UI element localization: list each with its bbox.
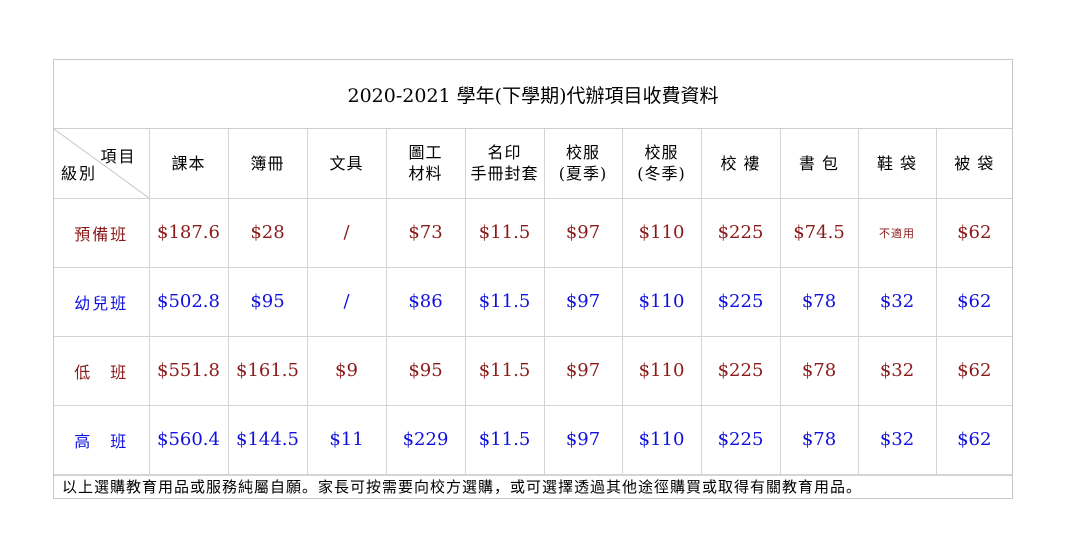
fee-cell: $229	[385, 404, 466, 475]
fee-cell: $11	[306, 404, 387, 475]
row-header-class: 高 班	[54, 404, 150, 475]
fee-cell: $95	[385, 335, 466, 406]
header-line: 文具	[329, 153, 364, 173]
header-line: 名印	[487, 143, 522, 163]
column-header-name-stamp: 名印 手冊封套	[464, 129, 545, 199]
fee-table: 項目 級別 課本 簿冊 文具 圖工 材料 名印 手冊封套 校服 (夏季) 校服 (冬季)…	[54, 129, 1012, 475]
fee-cell: $9	[306, 335, 387, 406]
header-line: 課本	[171, 153, 206, 173]
fee-cell: $161.5	[227, 335, 308, 406]
fee-cell: $110	[621, 404, 702, 475]
fee-cell: /	[306, 198, 387, 268]
fee-cell: $110	[621, 198, 702, 268]
fee-sheet: 2020-2021 學年(下學期)代辦項目收費資料 項目 級別 課本 簿冊 文具…	[53, 59, 1013, 499]
header-line: 簿冊	[250, 153, 285, 173]
column-header-winter-uniform: 校服 (冬季)	[621, 129, 702, 199]
header-line: 鞋 袋	[876, 153, 918, 173]
page-title: 2020-2021 學年(下學期)代辦項目收費資料	[54, 60, 1012, 129]
fee-rows: 預備班 $187.6 $28/$73 $11.5 $97 $110 $225 $74.5 不適用…	[54, 198, 1012, 475]
fee-cell: /	[306, 266, 387, 337]
column-header-schoolbag: 書 包	[779, 129, 859, 199]
fee-cell: $32	[857, 335, 937, 406]
fee-cell: $97	[543, 335, 623, 406]
fee-cell: $32	[857, 266, 937, 337]
corner-label-items: 項目	[100, 147, 137, 166]
fee-cell: $144.5	[227, 404, 308, 475]
header-line: 校服	[565, 143, 600, 163]
fee-cell: $97	[543, 266, 623, 337]
fee-cell: $225	[700, 198, 781, 268]
fee-cell: $95	[227, 266, 308, 337]
fee-cell: $62	[935, 404, 1012, 475]
corner-header: 項目 級別	[54, 129, 150, 199]
fee-cell: $62	[935, 198, 1012, 268]
fee-cell: 不適用	[857, 198, 937, 268]
column-header-quilt-bag: 被 袋	[935, 129, 1012, 199]
fee-cell: $110	[621, 266, 702, 337]
fee-cell: $62	[935, 335, 1012, 406]
fee-cell: $78	[779, 404, 859, 475]
fee-cell: $86	[385, 266, 466, 337]
header-line: 校服	[644, 143, 679, 163]
fee-cell: $74.5	[779, 198, 859, 268]
header-line: (夏季)	[558, 164, 608, 184]
fee-cell: $73	[385, 198, 466, 268]
fee-cell: $11.5	[464, 266, 545, 337]
table-row: 預備班 $187.6 $28/$73 $11.5 $97 $110 $225 $74.5 不適用…	[54, 198, 1012, 268]
row-header-class: 幼兒班	[54, 266, 150, 337]
header-line: 材料	[408, 164, 443, 184]
row-header-class: 低 班	[54, 335, 150, 406]
fee-cell: $62	[935, 266, 1012, 337]
row-header-class: 預備班	[54, 198, 150, 268]
fee-cell: $551.8	[148, 335, 229, 406]
fee-cell: $11.5	[464, 404, 545, 475]
fee-cell: $225	[700, 404, 781, 475]
fee-cell: $11.5	[464, 198, 545, 268]
fee-cell: $502.8	[148, 266, 229, 337]
fee-cell: $28	[227, 198, 308, 268]
fee-cell: $97	[543, 198, 623, 268]
table-row: 幼兒班 $502.8 $95/$86 $11.5 $97 $110 $225 $78 $32 $6…	[54, 266, 1012, 337]
fee-cell: $32	[857, 404, 937, 475]
fee-cell: $78	[779, 335, 859, 406]
footnote: 以上選購教育用品或服務純屬自願。家長可按需要向校方選購，或可選擇透過其他途徑購買…	[54, 475, 1012, 498]
fee-cell: $78	[779, 266, 859, 337]
fee-cell: $560.4	[148, 404, 229, 475]
fee-cell: $97	[543, 404, 623, 475]
column-header-shoe-bag: 鞋 袋	[857, 129, 937, 199]
header-line: 圖工	[408, 143, 443, 163]
fee-cell: $110	[621, 335, 702, 406]
header-line: (冬季)	[637, 164, 686, 184]
column-header-summer-uniform: 校服 (夏季)	[543, 129, 623, 199]
corner-label-grade: 級別	[61, 163, 98, 183]
header-line: 手冊封套	[470, 164, 539, 184]
fee-cell: $11.5	[464, 335, 545, 406]
header-line: 校 褸	[720, 153, 761, 173]
column-header-art-materials: 圖工 材料	[385, 129, 466, 199]
column-header-stationery: 文具	[306, 129, 387, 199]
table-row: 低 班 $551.8 $161.5 $9 $95 $11.5 $97 $110 $225 $78 $…	[54, 335, 1012, 406]
fee-cell: $225	[700, 335, 781, 406]
column-header-exercise-books: 簿冊	[227, 129, 308, 199]
table-row: 高 班 $560.4 $144.5 $11 $229 $11.5 $97 $110 $225 $7…	[54, 404, 1012, 475]
header-row: 項目 級別 課本 簿冊 文具 圖工 材料 名印 手冊封套 校服 (夏季) 校服 (冬季)…	[54, 129, 1012, 199]
header-line: 被 袋	[954, 153, 995, 173]
column-header-coat: 校 褸	[700, 129, 781, 199]
column-header-textbooks: 課本	[148, 129, 229, 199]
header-line: 書 包	[798, 153, 840, 173]
fee-cell: $187.6	[148, 198, 229, 268]
fee-cell: $225	[700, 266, 781, 337]
